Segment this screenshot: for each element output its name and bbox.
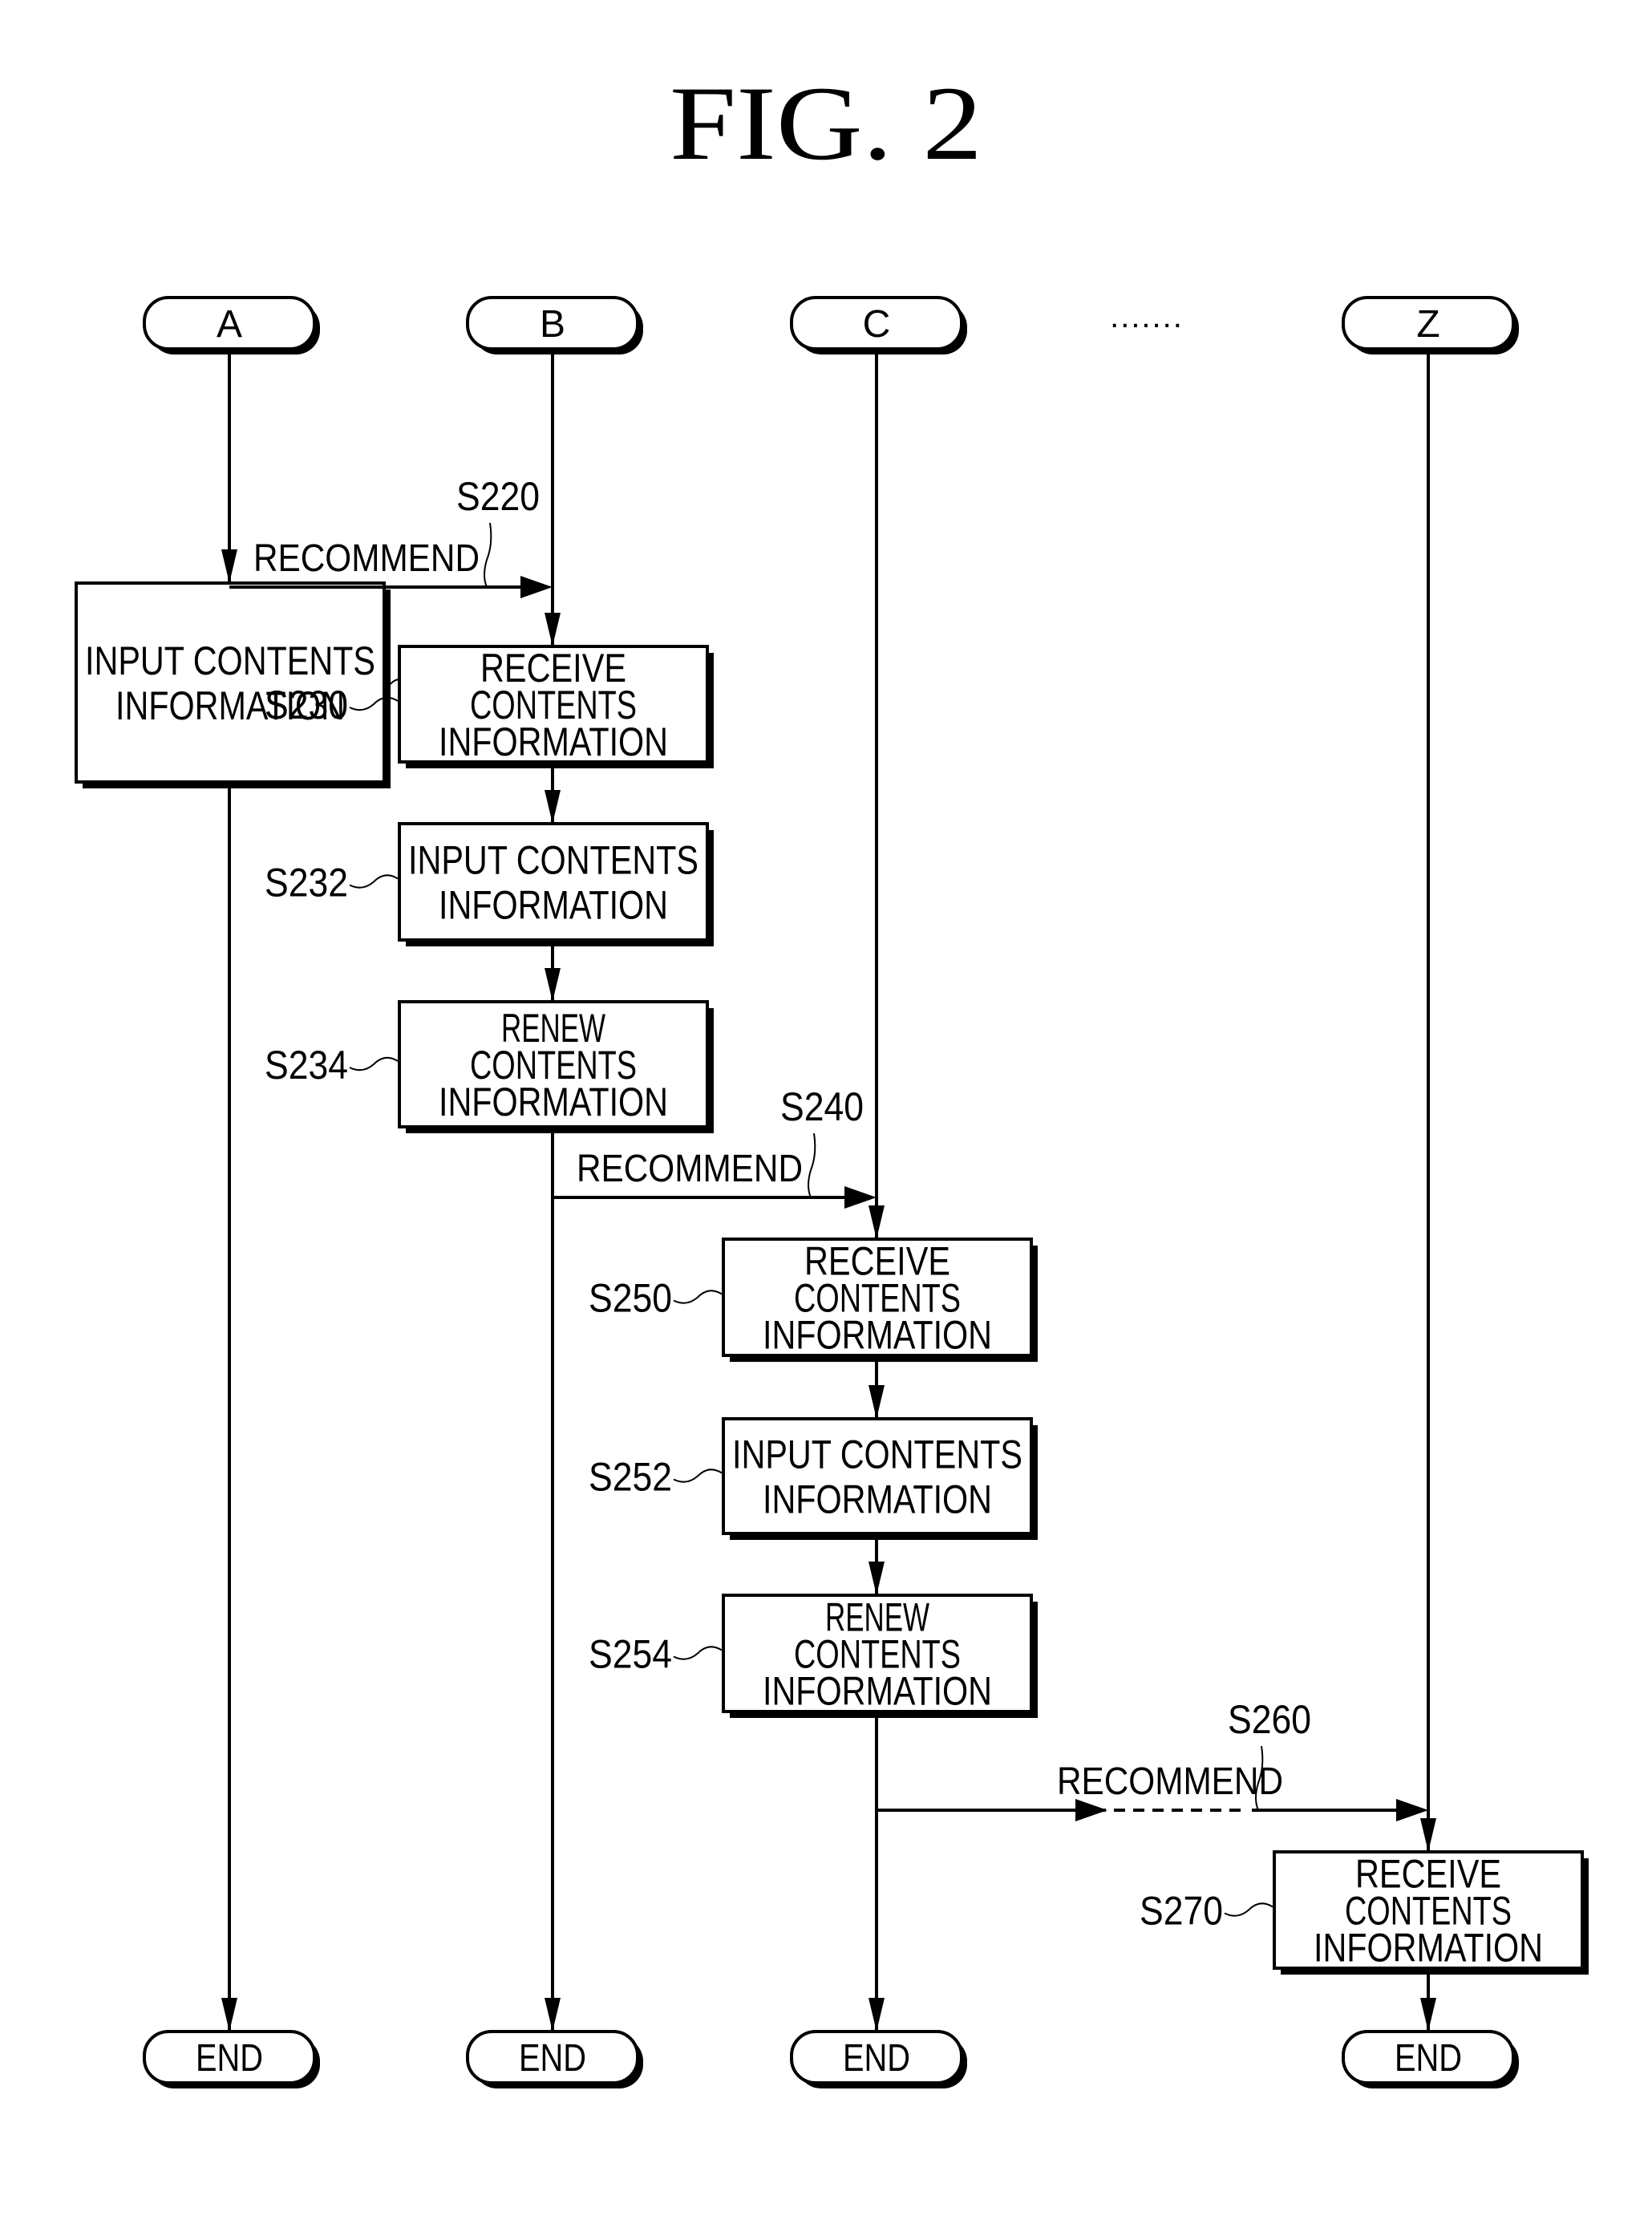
step-id-label: S230: [265, 683, 348, 727]
message-label: RECOMMEND: [253, 537, 480, 580]
step-text-line: INPUT CONTENTS: [85, 638, 375, 683]
terminal-label: END: [196, 2037, 263, 2080]
step-text-line: INFORMATION: [763, 1669, 992, 1714]
arrowhead-down-icon: [545, 1998, 561, 2032]
message-s220: RECOMMEND S220: [229, 474, 545, 589]
arrowhead-down-icon: [1420, 1818, 1436, 1852]
step-text-line: INFORMATION: [763, 1313, 992, 1358]
terminal-label: END: [843, 2037, 910, 2080]
sequence-flow-diagram: FIG. 2 ....... INPUT CONTENTSINFORMATION…: [75, 64, 1589, 2088]
step-id-label: S232: [265, 861, 348, 905]
message-leader-line: [808, 1132, 816, 1198]
arrowhead-down-icon: [545, 968, 561, 1002]
step-leader-line: [673, 1469, 723, 1483]
arrowhead-down-icon: [869, 1562, 885, 1595]
step-id-label: S234: [265, 1043, 348, 1088]
step-box-s252: INPUT CONTENTSINFORMATION S252: [589, 1417, 1038, 1540]
arrowhead-down-icon: [1420, 1998, 1436, 2032]
message-leader-line: [484, 522, 492, 588]
step-box-s234: RENEWCONTENTSINFORMATIONS234: [265, 1000, 714, 1133]
arrowhead-down-icon: [221, 1998, 237, 2032]
end-terminal-a: END: [143, 2030, 320, 2088]
start-terminal-a: A: [143, 296, 320, 354]
terminal-label: END: [1395, 2037, 1462, 2080]
start-terminal-z: Z: [1342, 296, 1519, 354]
start-terminal-c: C: [790, 296, 967, 354]
end-terminal-b: END: [466, 2030, 643, 2088]
step-id-label: S270: [1140, 1889, 1223, 1934]
arrowhead-right-icon: [844, 1186, 877, 1209]
step-box-s232: INPUT CONTENTSINFORMATION S232: [265, 822, 714, 946]
step-box-s270: RECEIVECONTENTSINFORMATIONS270: [1140, 1850, 1589, 1975]
step-text-line: INPUT CONTENTS: [408, 838, 698, 883]
message-label: RECOMMEND: [1057, 1760, 1283, 1803]
arrowhead-down-icon: [221, 549, 237, 583]
lane-ellipsis: .......: [1110, 299, 1184, 334]
arrowhead-down-icon: [869, 1385, 885, 1419]
step-text-line: INFORMATION: [1314, 1926, 1543, 1971]
terminal-label: A: [217, 303, 242, 346]
step-leader-line: [1224, 1902, 1273, 1917]
message-step-id: S240: [780, 1084, 864, 1129]
message-step-id: S220: [456, 474, 540, 519]
terminal-label: Z: [1416, 303, 1439, 346]
step-leader-line: [673, 1646, 723, 1660]
step-leader-line: [349, 1056, 399, 1072]
step-text-line: INFORMATION: [439, 883, 668, 928]
step-text-line: INFORMATION: [439, 719, 668, 764]
message-step-id: S260: [1228, 1697, 1311, 1742]
step-id-label: S252: [589, 1455, 672, 1500]
step-text-line: INPUT CONTENTS: [732, 1432, 1022, 1477]
step-box-s250: RECEIVECONTENTSINFORMATIONS250: [589, 1238, 1038, 1362]
terminal-label: B: [540, 303, 565, 346]
arrowhead-down-icon: [869, 1205, 885, 1239]
figure-title: FIG. 2: [670, 64, 982, 182]
terminal-label: C: [863, 303, 891, 346]
arrowhead-down-icon: [869, 1998, 885, 2032]
arrowhead-down-icon: [545, 613, 561, 646]
step-id-label: S254: [589, 1632, 672, 1677]
shapes-layer: INPUT CONTENTSINFORMATIONS210RECEIVECONT…: [75, 296, 1589, 2088]
step-box-s254: RENEWCONTENTSINFORMATIONS254: [589, 1594, 1038, 1718]
step-leader-line: [673, 1290, 723, 1304]
terminal-label: END: [519, 2037, 586, 2080]
arrowhead-right-icon: [1396, 1799, 1428, 1821]
arrowhead-right-icon: [520, 576, 553, 598]
arrowhead-down-icon: [545, 790, 561, 824]
start-terminal-b: B: [466, 296, 643, 354]
step-id-label: S250: [589, 1276, 672, 1321]
step-text-line: INFORMATION: [763, 1477, 992, 1522]
step-text-line: INFORMATION: [439, 1080, 668, 1124]
message-label: RECOMMEND: [577, 1148, 803, 1190]
end-terminal-z: END: [1342, 2030, 1519, 2088]
end-terminal-c: END: [790, 2030, 967, 2088]
step-leader-line: [349, 874, 399, 889]
